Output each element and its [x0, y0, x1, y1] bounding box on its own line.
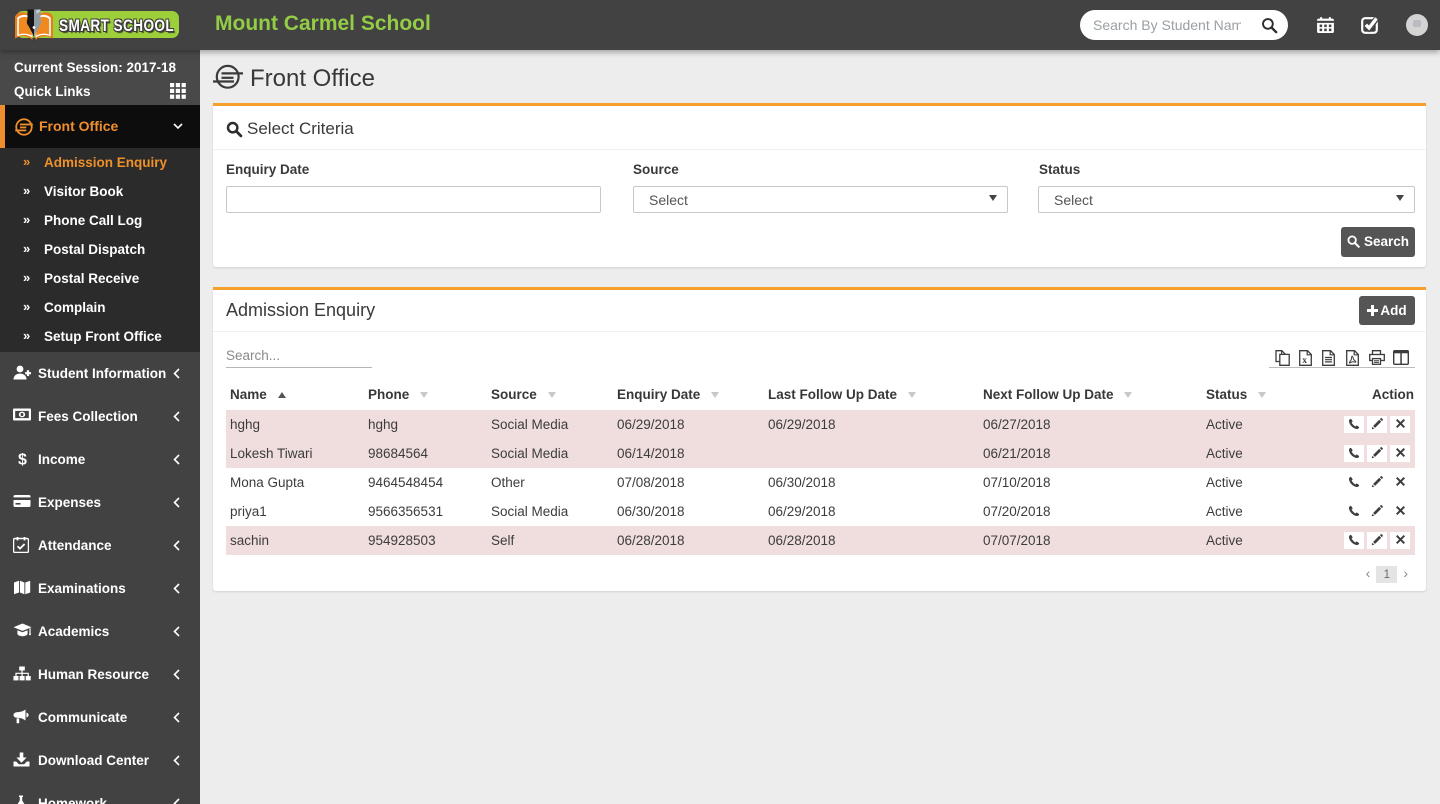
svg-text:x: x [1302, 356, 1307, 366]
svg-text:$: $ [18, 452, 27, 468]
